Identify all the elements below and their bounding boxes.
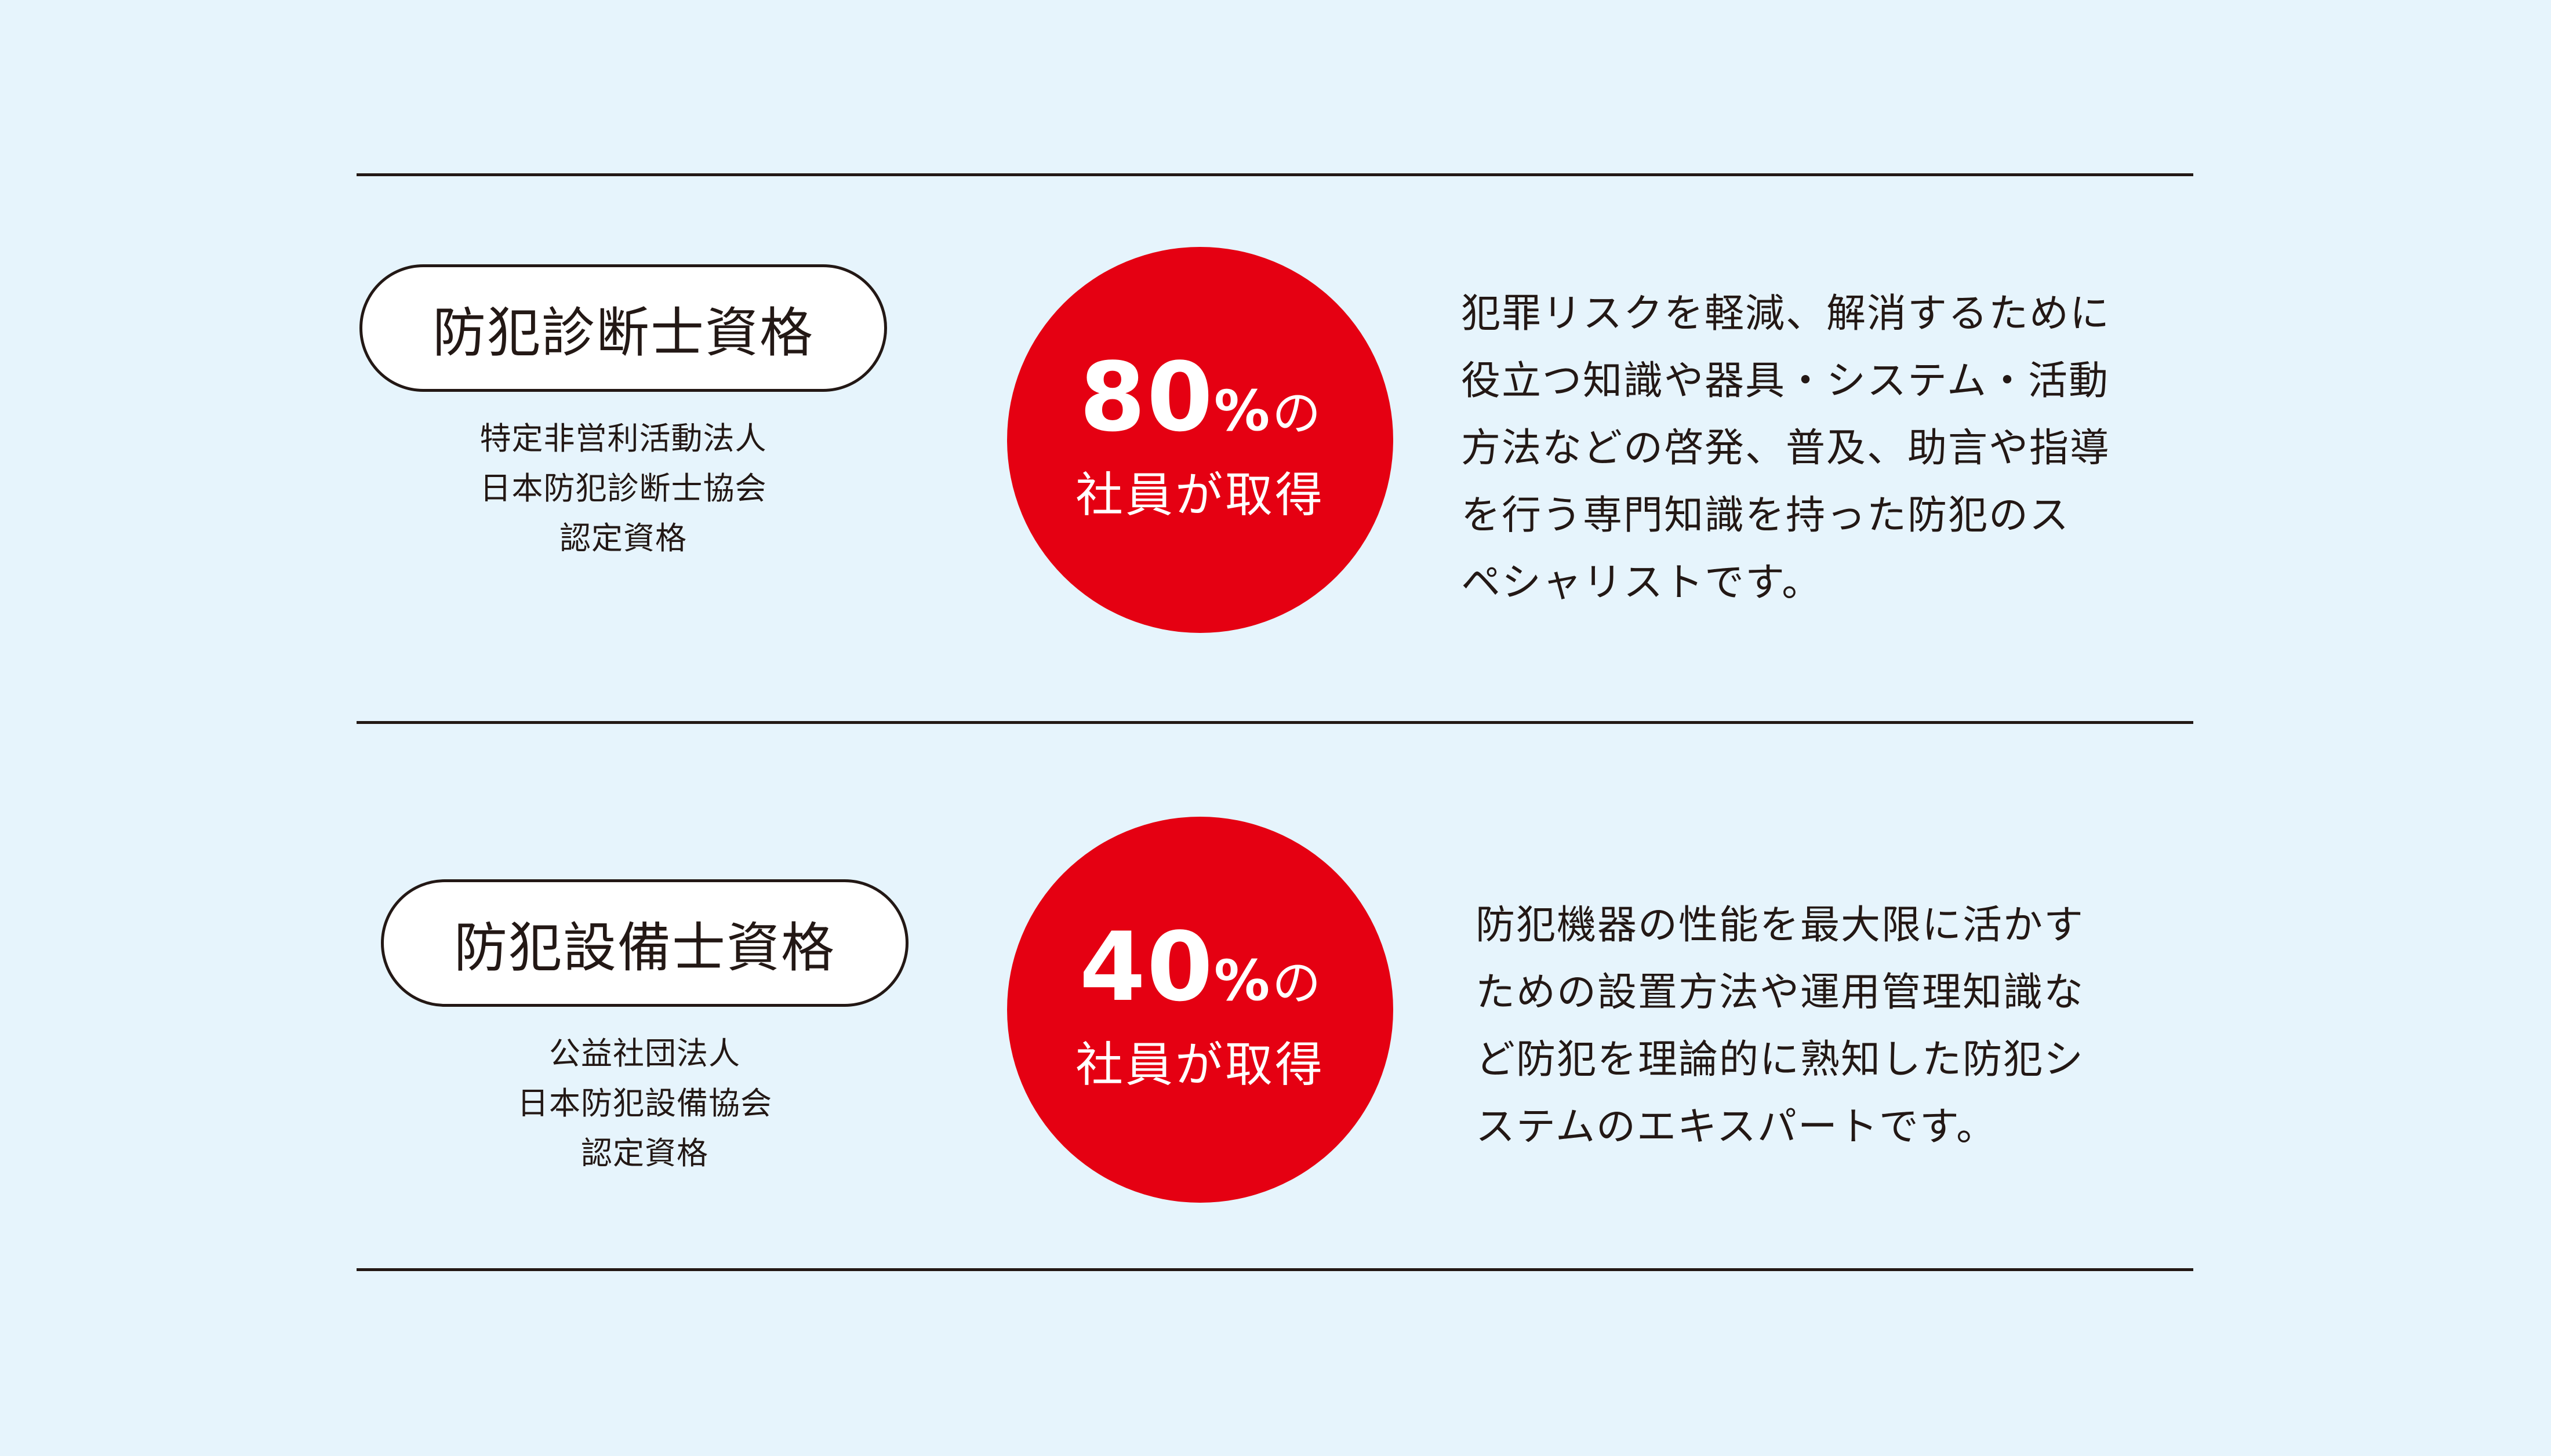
- certification-title-pill: 防犯設備士資格: [381, 879, 909, 1007]
- percentage-line: 80 % の: [1007, 350, 1393, 445]
- badge-caption: 社員が取得: [1075, 1038, 1325, 1093]
- description-line: を行う専門知識を持った防犯のス: [1461, 493, 2070, 538]
- description-line: 防犯機器の性能を最大限に活かす: [1476, 902, 2085, 948]
- certification-description: 犯罪リスクを軽減、解消するために 役立つ知識や器具・システム・活動 方法などの啓…: [1461, 281, 2180, 617]
- divider-bottom: [357, 1268, 2193, 1271]
- certification-section-2: 防犯設備士資格 公益社団法人 日本防犯設備協会 認定資格 40 % の 社員が取…: [357, 724, 2193, 1268]
- certification-description: 防犯機器の性能を最大限に活かす ための設置方法や運用管理知識な ど防犯を理論的に…: [1476, 892, 2194, 1161]
- description-line: 方法などの啓発、普及、助言や指導: [1461, 425, 2111, 471]
- certifying-organization: 特定非営利活動法人 日本防犯診断士協会 認定資格: [357, 414, 890, 563]
- description-line: ど防犯を理論的に熟知した防犯シ: [1476, 1037, 2085, 1083]
- percentage-badge: 40 % の 社員が取得: [1007, 817, 1393, 1203]
- percentage-value: 40: [1079, 912, 1215, 1022]
- percent-particle: の: [1272, 955, 1321, 1011]
- percent-sign: %: [1214, 378, 1270, 443]
- badge-caption: 社員が取得: [1075, 468, 1325, 523]
- percentage-line: 40 % の: [1007, 920, 1393, 1015]
- certification-block: 防犯診断士資格 特定非営利活動法人 日本防犯診断士協会 認定資格: [357, 264, 890, 563]
- percentage-badge: 80 % の 社員が取得: [1007, 247, 1393, 633]
- org-line: 特定非営利活動法人: [479, 420, 767, 457]
- certification-title-pill: 防犯診断士資格: [359, 264, 887, 392]
- percent-particle: の: [1272, 385, 1321, 442]
- org-line: 認定資格: [559, 520, 687, 556]
- percent-sign: %: [1214, 948, 1270, 1013]
- certifying-organization: 公益社団法人 日本防犯設備協会 認定資格: [378, 1029, 911, 1178]
- org-line: 認定資格: [581, 1135, 708, 1171]
- description-line: 役立つ知識や器具・システム・活動: [1461, 358, 2109, 404]
- certification-title: 防犯設備士資格: [453, 916, 835, 979]
- description-line: 犯罪リスクを軽減、解消するために: [1461, 291, 2111, 337]
- org-line: 公益社団法人: [549, 1035, 740, 1072]
- certification-title: 防犯診断士資格: [432, 301, 814, 364]
- certification-section-1: 防犯診断士資格 特定非営利活動法人 日本防犯診断士協会 認定資格 80 % の …: [357, 176, 2193, 721]
- org-line: 日本防犯設備協会: [517, 1085, 772, 1122]
- percentage-value: 80: [1079, 342, 1215, 453]
- description-line: ステムのエキスパートです。: [1476, 1104, 1997, 1150]
- description-line: ペシャリストです。: [1461, 560, 1823, 606]
- org-line: 日本防犯診断士協会: [479, 470, 767, 507]
- certification-block: 防犯設備士資格 公益社団法人 日本防犯設備協会 認定資格: [378, 879, 911, 1178]
- description-line: ための設置方法や運用管理知識な: [1476, 970, 2085, 1015]
